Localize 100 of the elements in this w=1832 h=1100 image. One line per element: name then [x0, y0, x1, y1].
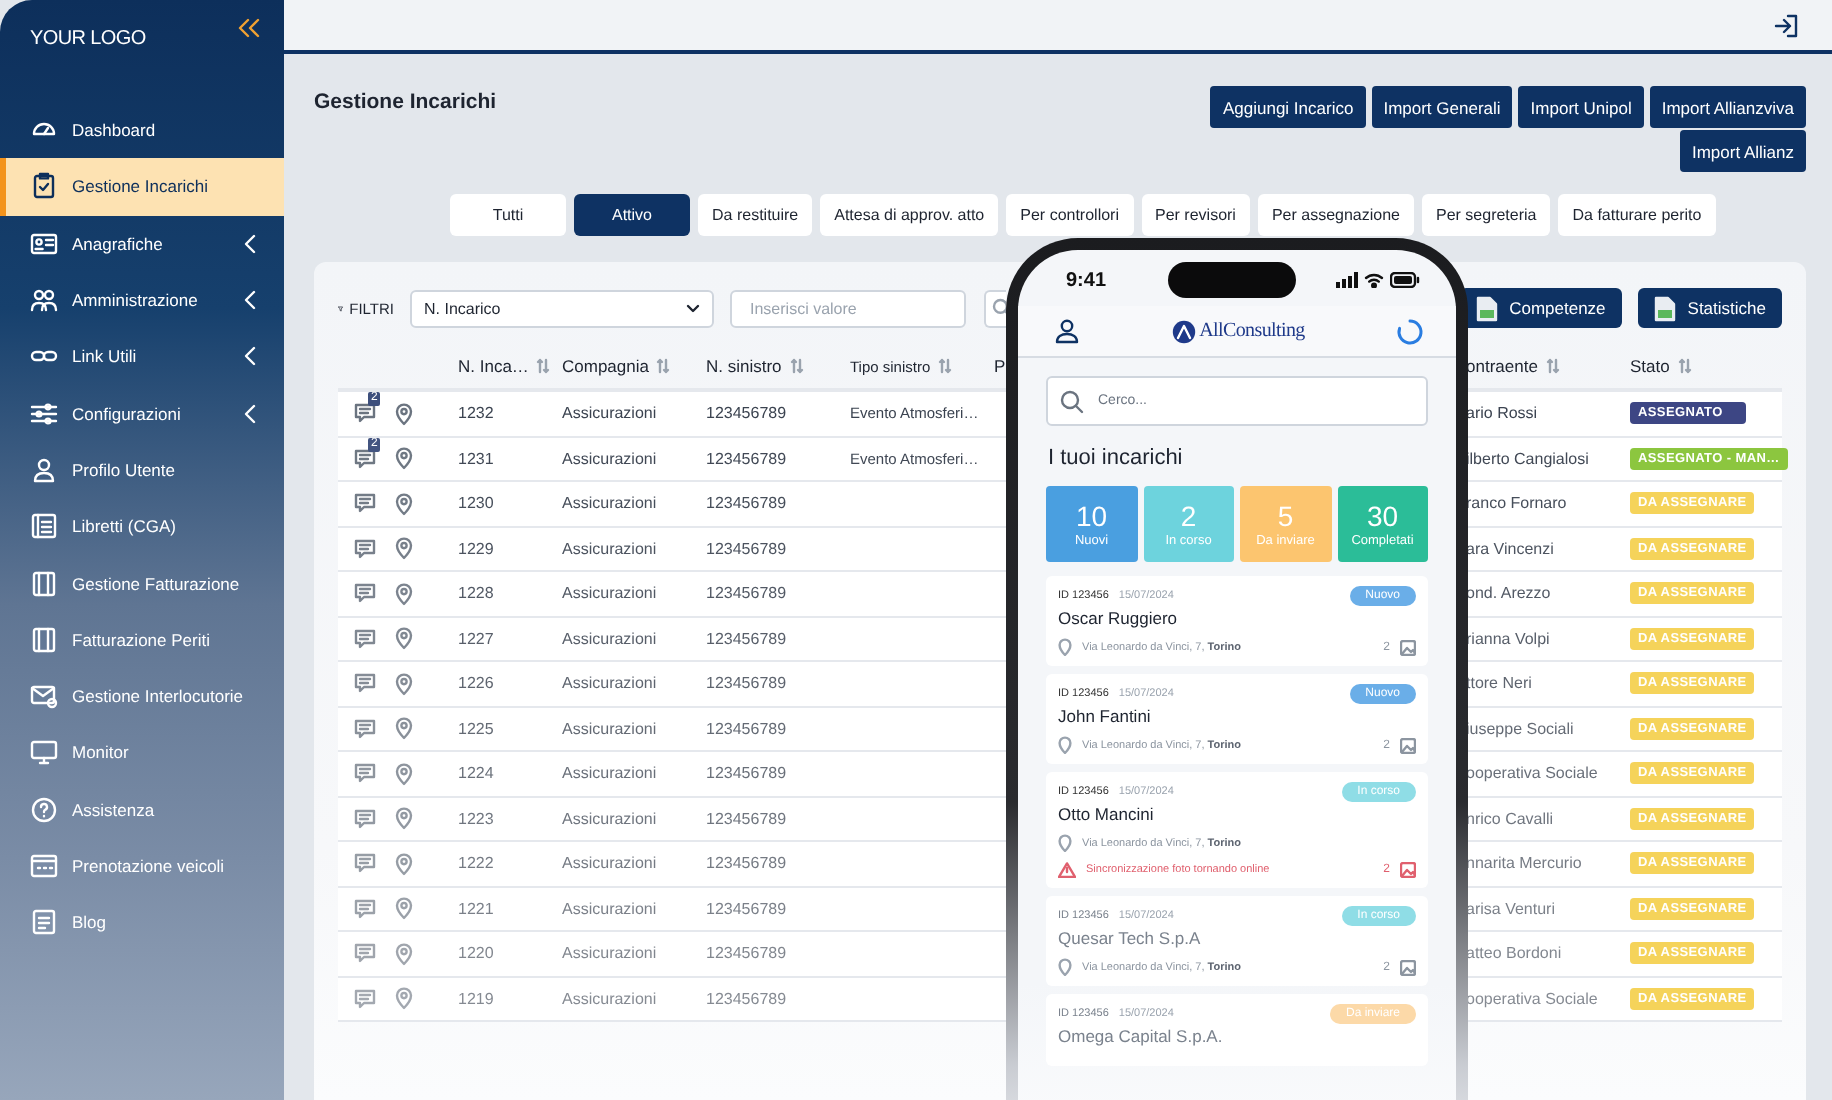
- table-cell: 1220: [458, 944, 494, 963]
- image-icon: [1400, 959, 1416, 975]
- sidebar-item[interactable]: Gestione Incarichi: [0, 158, 284, 216]
- location-pin-icon: [394, 581, 414, 606]
- table-cell: 1232: [458, 404, 494, 423]
- logo-text: YOUR LOGO: [30, 28, 146, 50]
- spreadsheet-icon: [1475, 295, 1498, 321]
- table-cell: iuseppe Sociali: [1466, 719, 1574, 738]
- user-icon: [1054, 318, 1080, 344]
- tab[interactable]: Da restituire: [698, 194, 813, 236]
- table-cell: 1225: [458, 719, 494, 738]
- loading-icon: [1396, 317, 1424, 345]
- document-icon: [30, 625, 58, 654]
- column-header[interactable]: Compagnia: [562, 356, 706, 376]
- chat-icon: [354, 672, 376, 695]
- id-card-icon: [30, 229, 58, 258]
- table-cell: 1219: [458, 989, 494, 1008]
- tab[interactable]: Attivo: [574, 194, 690, 236]
- sidebar-item[interactable]: Assistenza: [0, 781, 284, 838]
- tab[interactable]: Tutti: [450, 194, 566, 236]
- import-button[interactable]: Import Generali: [1371, 86, 1513, 128]
- location-pin-icon: [394, 851, 414, 876]
- sidebar-item[interactable]: Configurazioni: [0, 384, 284, 442]
- sidebar-item[interactable]: Dashboard: [0, 102, 284, 159]
- import-button[interactable]: Import Allianz: [1679, 130, 1806, 172]
- location-pin-icon: [394, 896, 414, 921]
- table-cell: 1230: [458, 494, 494, 513]
- import-button[interactable]: Import Allianzviva: [1649, 86, 1806, 128]
- table-cell: 1224: [458, 764, 494, 783]
- help-icon: [30, 795, 58, 824]
- section-heading: I tuoi incarichi: [1048, 446, 1185, 470]
- table-cell: ooperativa Sociale: [1466, 989, 1598, 1008]
- table-cell: Assicurazioni: [562, 854, 657, 873]
- table-cell: 1228: [458, 584, 494, 603]
- sidebar-item[interactable]: Link Utili: [0, 328, 284, 385]
- stat-value: 30: [1366, 500, 1399, 532]
- location-pin-icon: [1058, 958, 1072, 976]
- spreadsheet-icon: [1653, 295, 1676, 321]
- brand-name: AllConsulting: [1199, 320, 1305, 342]
- table-cell: 123456789: [706, 449, 787, 468]
- stat-value: 10: [1075, 500, 1108, 532]
- tab[interactable]: Per revisori: [1141, 194, 1250, 236]
- value-field[interactable]: Inserisci valore: [730, 289, 966, 327]
- tab[interactable]: Per segreteria: [1422, 194, 1551, 236]
- sidebar-item[interactable]: Fatturazione Periti: [0, 611, 284, 668]
- sidebar-item[interactable]: Anagrafiche: [0, 215, 284, 272]
- column-header[interactable]: P: [994, 356, 1006, 376]
- chat-icon: [354, 987, 376, 1010]
- logout-icon: [1774, 13, 1798, 37]
- tab[interactable]: Attesa di approv. atto: [820, 194, 999, 236]
- monitor-icon: [30, 738, 58, 767]
- column-header[interactable]: ontraente: [1466, 356, 1630, 376]
- sidebar-item[interactable]: Gestione Interlocutorie: [0, 667, 284, 725]
- location-pin-icon: [394, 536, 414, 561]
- sort-icon: [789, 358, 804, 374]
- sort-icon: [1677, 358, 1692, 374]
- table-cell: Assicurazioni: [562, 629, 657, 648]
- chat-icon: [354, 582, 376, 605]
- import-button[interactable]: Aggiungi Incarico: [1210, 86, 1366, 128]
- card-name: Oscar Ruggiero: [1058, 608, 1180, 628]
- dropdown-field[interactable]: N. Incarico: [410, 289, 714, 327]
- location-pin-icon: [394, 401, 414, 426]
- tab[interactable]: Per assegnazione: [1257, 194, 1414, 236]
- sidebar-item[interactable]: Profilo Utente: [0, 441, 284, 499]
- location-pin-icon: [394, 806, 414, 831]
- export-button[interactable]: Statistiche: [1637, 288, 1782, 328]
- location-pin-icon: [1058, 638, 1072, 656]
- tab[interactable]: Da fatturare perito: [1558, 194, 1716, 236]
- clock: 9:41: [1066, 269, 1107, 291]
- document-icon: [30, 908, 58, 937]
- sidebar-item[interactable]: Gestione Fatturazione: [0, 554, 284, 612]
- sidebar-item[interactable]: Amministrazione: [0, 271, 284, 329]
- battery-icon: [1389, 272, 1420, 288]
- location-pin-icon: [394, 491, 414, 516]
- chat-icon: [354, 447, 376, 470]
- column-header[interactable]: Stato: [1630, 356, 1782, 376]
- sidebar-item[interactable]: Monitor: [0, 724, 284, 782]
- table-cell: 123456789: [706, 584, 787, 603]
- table-cell: 123456789: [706, 494, 787, 513]
- book-icon: [30, 512, 58, 541]
- collapse-icon: [238, 17, 260, 37]
- import-button[interactable]: Import Unipol: [1518, 86, 1644, 128]
- sort-icon: [656, 358, 671, 374]
- stat-value: 5: [1277, 500, 1294, 532]
- tab[interactable]: Per controllori: [1006, 194, 1133, 236]
- table-cell: ooperativa Sociale: [1466, 764, 1598, 783]
- table-cell: 1223: [458, 809, 494, 828]
- table-cell: Assicurazioni: [562, 809, 657, 828]
- sidebar-item[interactable]: Libretti (CGA): [0, 498, 284, 555]
- table-cell: Assicurazioni: [562, 494, 657, 513]
- table-cell: 123456789: [706, 629, 787, 648]
- card-name: Quesar Tech S.p.A: [1058, 928, 1203, 948]
- column-header[interactable]: N. Inca…: [458, 356, 562, 376]
- chat-icon: [354, 537, 376, 560]
- signal-icon: [1335, 272, 1358, 288]
- search-button[interactable]: [984, 289, 1006, 327]
- table-cell: Assicurazioni: [562, 944, 657, 963]
- table-cell: atteo Bordoni: [1466, 944, 1562, 963]
- column-header[interactable]: N. sinistro: [706, 356, 850, 376]
- person-icon: [30, 455, 58, 484]
